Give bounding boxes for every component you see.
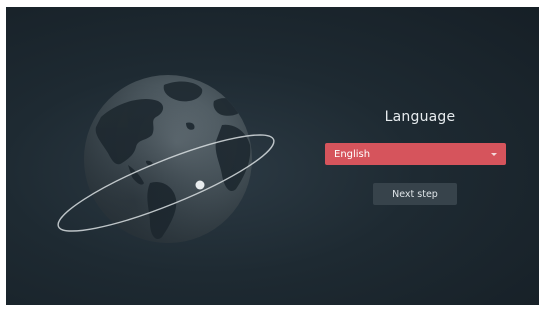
chevron-down-icon [491, 152, 497, 156]
language-select-value: English [334, 148, 371, 160]
setup-screen: Language English Next step [6, 7, 539, 305]
globe-illustration [46, 65, 286, 265]
next-step-button[interactable]: Next step [373, 183, 457, 205]
language-title: Language [384, 109, 456, 125]
orbit-dot [195, 180, 205, 190]
globe-icon [57, 75, 275, 243]
language-select[interactable]: English [325, 143, 506, 165]
